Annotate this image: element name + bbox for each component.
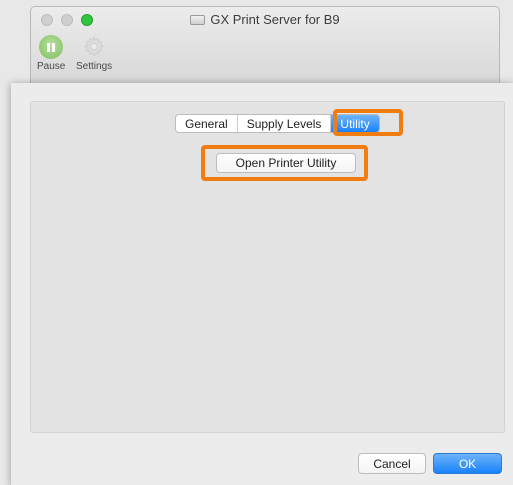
ok-button[interactable]: OK (433, 453, 502, 474)
settings-label: Settings (76, 61, 113, 72)
pause-label: Pause (37, 61, 66, 72)
printer-icon (190, 14, 206, 25)
page: GX Print Server for B9 Pause Settings Ge… (0, 0, 513, 485)
tab-utility[interactable]: Utility (331, 115, 379, 132)
settings-sheet: General Supply Levels Utility Open Print… (11, 83, 513, 485)
printer-queue-window: GX Print Server for B9 Pause Settings (30, 6, 500, 92)
tab-control: General Supply Levels Utility (175, 114, 380, 133)
tab-content-area: General Supply Levels Utility Open Print… (30, 101, 505, 433)
tab-general[interactable]: General (176, 115, 238, 132)
pause-icon (39, 35, 64, 59)
settings-button[interactable]: Settings (76, 35, 112, 72)
gear-icon (84, 36, 104, 57)
tab-supply-levels[interactable]: Supply Levels (238, 115, 332, 132)
window-title: GX Print Server for B9 (210, 12, 340, 27)
window-title-bar: GX Print Server for B9 (31, 12, 499, 27)
open-printer-utility-button[interactable]: Open Printer Utility (216, 153, 356, 173)
pause-button[interactable]: Pause (37, 35, 65, 72)
cancel-button[interactable]: Cancel (358, 453, 426, 474)
